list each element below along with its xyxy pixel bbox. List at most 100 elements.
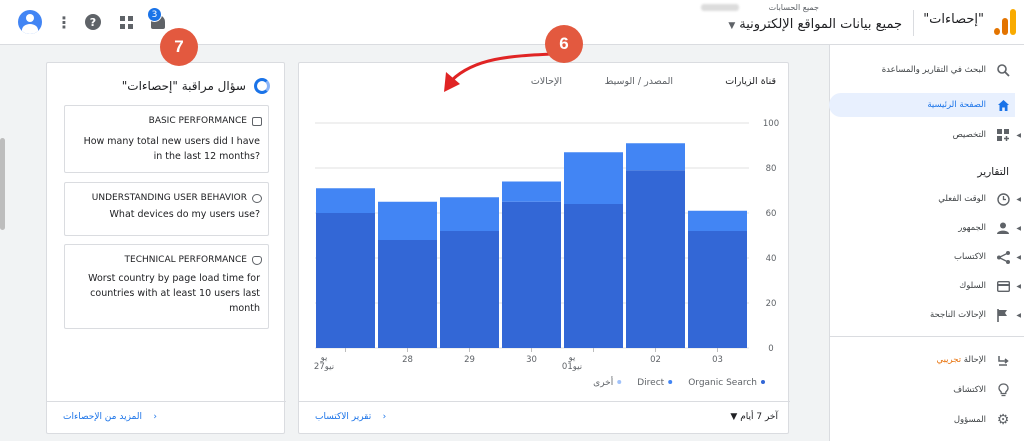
sidebar-item-behavior[interactable]: ◀ السلوك <box>829 275 1024 297</box>
lightbulb-icon <box>996 383 1010 397</box>
sidebar-item-attribution[interactable]: الإحالة تجريبي <box>829 349 1024 371</box>
attribution-icon <box>996 353 1010 367</box>
sidebar-item-discover[interactable]: الاكتشاف <box>829 379 1024 401</box>
divider <box>913 10 914 36</box>
chart-bar <box>502 201 561 348</box>
card-icon <box>252 116 262 126</box>
annotation-marker: 7 <box>160 28 198 66</box>
insights-card: سؤال مراقبة "إحصاءات" BASIC PERFORMANCE … <box>46 62 286 434</box>
reports-heading: التقارير <box>977 166 1009 178</box>
x-tick-label: 30 <box>526 355 537 365</box>
view-name: جميع بيانات المواقع الإلكترونية <box>739 17 902 32</box>
question-category: UNDERSTANDING USER BEHAVIOR <box>91 193 247 203</box>
question-text: Worst country by page load time for coun… <box>88 273 260 314</box>
page-scrollbar[interactable] <box>0 138 5 230</box>
sidebar-item-home[interactable]: الصفحة الرئيسية <box>829 93 1015 117</box>
sidebar: البحث في التقارير والمساعدة الصفحة الرئي… <box>829 45 1024 441</box>
insights-footer: ‹ المزيد من الإحصاءات <box>47 401 286 433</box>
legend-dot <box>668 380 673 384</box>
chart-bar <box>626 170 685 348</box>
top-bar: "إحصاءات" جميع الحسابات جميع بيانات المو… <box>0 0 1024 45</box>
apps-grid-icon[interactable] <box>114 10 138 34</box>
sidebar-item-realtime[interactable]: ◀ الوقت الفعلي <box>829 188 1024 210</box>
account-avatar[interactable] <box>18 10 42 34</box>
x-tick-label: 27نيو <box>314 362 334 372</box>
legend-dot <box>761 380 765 384</box>
caret-down-icon: ▼ <box>728 21 736 31</box>
chart-bar <box>688 210 747 231</box>
insights-icon <box>254 78 270 94</box>
search-icon <box>996 63 1010 77</box>
question-category: TECHNICAL PERFORMANCE <box>124 255 247 265</box>
divider <box>829 336 1024 337</box>
annotation-marker: 6 <box>545 25 583 63</box>
property-name[interactable]: "إحصاءات" <box>923 12 984 27</box>
chart-bar <box>564 152 623 204</box>
acquisition-chart-card: قناة الزيارات المصدر / الوسيط الإحالات 0… <box>298 62 790 434</box>
legend-dot <box>617 380 622 384</box>
redacted-account <box>701 4 739 11</box>
insight-question-card[interactable]: UNDERSTANDING USER BEHAVIOR What devices… <box>64 182 269 236</box>
y-tick-label: 0 <box>768 344 773 354</box>
question-category: BASIC PERFORMANCE <box>148 116 247 126</box>
y-tick-label: 80 <box>766 164 777 174</box>
expand-arrow-icon: ◀ <box>1016 131 1021 139</box>
question-text: How many total new users did I have in t… <box>83 136 260 162</box>
acquisition-icon <box>996 250 1010 264</box>
chart-bar <box>440 231 499 348</box>
sidebar-item-acquisition[interactable]: ◀ الاكتساب <box>829 246 1024 268</box>
home-icon <box>996 98 1010 112</box>
view-selector[interactable]: جميع بيانات المواقع الإلكترونية▼ <box>728 17 902 32</box>
y-tick-label: 100 <box>763 119 779 129</box>
notification-count-badge: 3 <box>147 7 162 22</box>
help-icon[interactable]: ? <box>81 10 105 34</box>
x-tick-label: 29 <box>464 355 475 365</box>
legend-label: Organic Search <box>688 378 757 388</box>
traffic-channel-bar-chart: 020406080100يو27نيو28 29 30 يو01نيو02 03Orga… <box>314 119 779 388</box>
y-tick-label: 40 <box>766 254 777 264</box>
clock-icon <box>996 192 1010 206</box>
behavior-icon <box>996 279 1010 293</box>
chart-bar <box>316 213 375 348</box>
analytics-logo-icon[interactable] <box>994 9 1016 35</box>
x-tick-label: 03 <box>712 355 723 365</box>
insight-question-card[interactable]: BASIC PERFORMANCE How many total new use… <box>64 105 269 173</box>
dashboard-icon <box>996 128 1010 142</box>
person-icon <box>996 221 1010 235</box>
face-icon <box>252 193 262 203</box>
beta-badge: تجريبي <box>936 355 962 365</box>
more-options-icon[interactable]: ⋮ <box>52 10 76 34</box>
chart-bar <box>378 201 437 240</box>
sidebar-item-customization[interactable]: ◀ التخصيص <box>829 124 1024 146</box>
chart-card-footer: ‹ تقرير الاكتساب آخر 7 أيام ▼ <box>299 401 790 433</box>
legend-label: أخرى <box>593 376 613 388</box>
flag-icon <box>996 308 1010 322</box>
chart-bar <box>564 204 623 348</box>
chart-bar <box>688 231 747 348</box>
bug-icon <box>252 255 262 265</box>
breadcrumb[interactable]: جميع الحسابات <box>769 3 819 12</box>
x-tick-label: 02 <box>650 355 661 365</box>
date-range-selector[interactable]: آخر 7 أيام ▼ <box>730 412 778 422</box>
chart-bar <box>440 197 499 231</box>
sidebar-item-conversions[interactable]: ◀ الإحالات الناجحة <box>829 304 1024 326</box>
x-tick-label: 01نيو <box>562 362 582 372</box>
legend-label: Direct <box>637 378 664 388</box>
chart-bar <box>626 143 685 171</box>
gear-icon: ⚙ <box>996 412 1010 428</box>
tab-source-medium[interactable]: المصدر / الوسيط <box>605 76 673 87</box>
sidebar-search[interactable]: البحث في التقارير والمساعدة <box>829 59 1024 81</box>
acquisition-report-link[interactable]: ‹ تقرير الاكتساب <box>315 412 386 422</box>
chart-bar <box>316 188 375 213</box>
question-text: What devices do my users use? <box>109 209 260 220</box>
insights-title: سؤال مراقبة "إحصاءات" <box>121 79 246 93</box>
tab-channel[interactable]: قناة الزيارات <box>725 76 776 87</box>
more-insights-link[interactable]: ‹ المزيد من الإحصاءات <box>63 412 157 422</box>
y-tick-label: 20 <box>766 299 777 309</box>
x-tick-label: 28 <box>402 355 413 365</box>
sidebar-item-admin[interactable]: ⚙ المسؤول <box>829 409 1024 431</box>
chart-bar <box>502 181 561 202</box>
insight-question-card[interactable]: TECHNICAL PERFORMANCE Worst country by p… <box>64 244 269 329</box>
sidebar-item-audience[interactable]: ◀ الجمهور <box>829 217 1024 239</box>
chart-bar <box>378 240 437 348</box>
